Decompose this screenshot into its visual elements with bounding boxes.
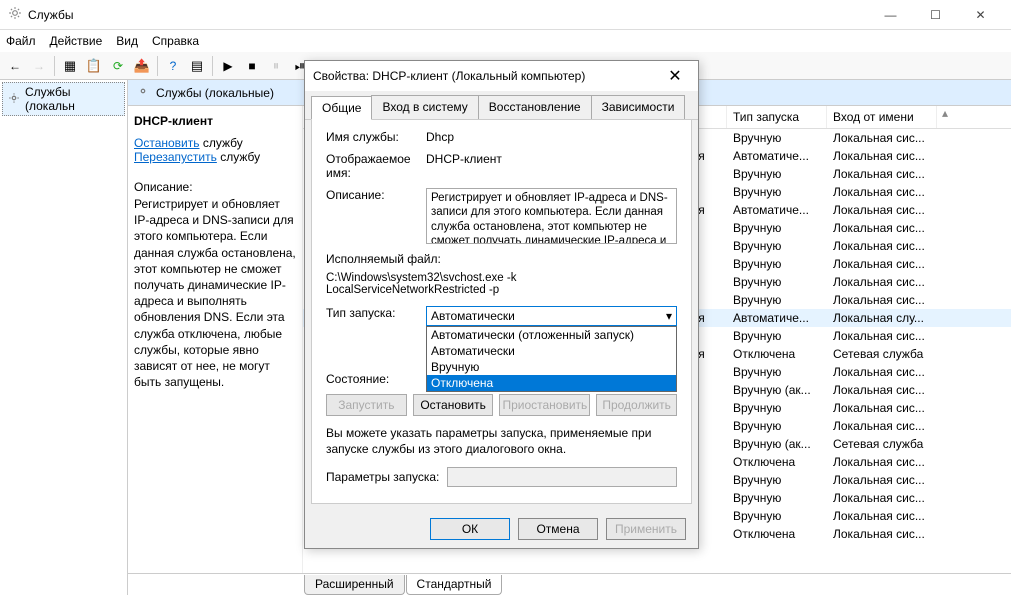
tree-root[interactable]: Службы (локальн bbox=[2, 82, 125, 116]
dropdown-option[interactable]: Автоматически bbox=[427, 343, 676, 359]
stop-service-button[interactable]: ■ bbox=[241, 55, 263, 77]
service-name: DHCP-клиент bbox=[134, 114, 296, 128]
menu-help[interactable]: Справка bbox=[152, 34, 199, 48]
restart-service-link[interactable]: Перезапустить bbox=[134, 150, 217, 164]
menubar: Файл Действие Вид Справка bbox=[0, 30, 1011, 52]
properties-dialog: Свойства: DHCP-клиент (Локальный компьют… bbox=[304, 60, 699, 549]
menu-action[interactable]: Действие bbox=[50, 34, 103, 48]
tab-standard[interactable]: Стандартный bbox=[406, 575, 503, 595]
btn-start: Запустить bbox=[326, 394, 407, 416]
description-box[interactable]: Регистрирует и обновляет IP-адреса и DNS… bbox=[426, 188, 677, 244]
forward-button[interactable]: → bbox=[28, 55, 50, 77]
detail-pane: DHCP-клиент Остановить службу Перезапуст… bbox=[128, 106, 303, 573]
start-service-button[interactable]: ▶ bbox=[217, 55, 239, 77]
toolbar-icon-2[interactable]: 📋 bbox=[83, 55, 105, 77]
bottom-tabs: Расширенный Стандартный bbox=[128, 573, 1011, 595]
help-button[interactable]: ? bbox=[162, 55, 184, 77]
tab-extended[interactable]: Расширенный bbox=[304, 575, 405, 595]
startup-type-select[interactable]: Автоматически ▾ bbox=[426, 306, 677, 326]
window-title: Службы bbox=[28, 8, 868, 22]
tree-root-label: Службы (локальн bbox=[25, 85, 120, 113]
refresh-button[interactable]: ⟳ bbox=[107, 55, 129, 77]
gear-icon bbox=[136, 84, 150, 101]
btn-pause: Приостановить bbox=[499, 394, 590, 416]
service-name-label: Имя службы: bbox=[326, 130, 426, 144]
startup-hint: Вы можете указать параметры запуска, при… bbox=[326, 426, 677, 457]
dialog-close-button[interactable]: ✕ bbox=[660, 66, 690, 86]
export-button[interactable]: 📤 bbox=[131, 55, 153, 77]
btn-stop[interactable]: Остановить bbox=[413, 394, 494, 416]
maximize-button[interactable]: ☐ bbox=[913, 1, 958, 29]
description-label: Описание: bbox=[326, 188, 426, 244]
service-name-value: Dhcp bbox=[426, 130, 677, 144]
tab-logon[interactable]: Вход в систему bbox=[371, 95, 478, 119]
dropdown-option[interactable]: Вручную bbox=[427, 359, 676, 375]
startup-type-label: Тип запуска: bbox=[326, 306, 426, 326]
chevron-down-icon: ▾ bbox=[666, 309, 672, 323]
description-text: Регистрирует и обновляет IP-адреса и DNS… bbox=[134, 196, 296, 390]
state-label: Состояние: bbox=[326, 372, 426, 386]
close-button[interactable]: ✕ bbox=[958, 1, 1003, 29]
params-label: Параметры запуска: bbox=[326, 470, 439, 484]
tab-dependencies[interactable]: Зависимости bbox=[591, 95, 686, 119]
col-start[interactable]: Тип запуска bbox=[727, 106, 827, 128]
display-name-label: Отображаемое имя: bbox=[326, 152, 426, 180]
stop-service-link[interactable]: Остановить bbox=[134, 136, 200, 150]
toolbar-icon-1[interactable]: ▦ bbox=[59, 55, 81, 77]
toolbar-icon-3[interactable]: ▤ bbox=[186, 55, 208, 77]
pause-service-button[interactable]: ⏸ bbox=[265, 55, 287, 77]
dialog-titlebar: Свойства: DHCP-клиент (Локальный компьют… bbox=[305, 61, 698, 91]
tree-pane: Службы (локальн bbox=[0, 80, 128, 595]
services-icon bbox=[8, 6, 22, 23]
scroll-up-icon[interactable]: ▴ bbox=[937, 106, 953, 128]
dialog-footer: ОК Отмена Применить bbox=[305, 510, 698, 548]
col-logon[interactable]: Вход от имени bbox=[827, 106, 937, 128]
dialog-title: Свойства: DHCP-клиент (Локальный компьют… bbox=[313, 69, 660, 83]
dialog-body: Имя службы: Dhcp Отображаемое имя: DHCP-… bbox=[311, 120, 692, 504]
exe-label: Исполняемый файл: bbox=[326, 252, 677, 266]
btn-resume: Продолжить bbox=[596, 394, 677, 416]
gear-icon bbox=[7, 91, 21, 108]
minimize-button[interactable]: — bbox=[868, 1, 913, 29]
tab-recovery[interactable]: Восстановление bbox=[478, 95, 592, 119]
startup-type-dropdown: Автоматически (отложенный запуск)Автомат… bbox=[426, 326, 677, 392]
dialog-tabs: Общие Вход в систему Восстановление Зави… bbox=[305, 91, 698, 120]
separator bbox=[212, 56, 213, 76]
display-name-value: DHCP-клиент bbox=[426, 152, 677, 180]
back-button[interactable]: ← bbox=[4, 55, 26, 77]
separator bbox=[54, 56, 55, 76]
titlebar: Службы — ☐ ✕ bbox=[0, 0, 1011, 30]
btn-cancel[interactable]: Отмена bbox=[518, 518, 598, 540]
tab-general[interactable]: Общие bbox=[311, 96, 372, 120]
separator bbox=[157, 56, 158, 76]
params-input bbox=[447, 467, 677, 487]
btn-ok[interactable]: ОК bbox=[430, 518, 510, 540]
content-header-text: Службы (локальные) bbox=[156, 86, 274, 100]
menu-view[interactable]: Вид bbox=[116, 34, 138, 48]
description-label: Описание: bbox=[134, 180, 296, 194]
exe-path: C:\Windows\system32\svchost.exe -k Local… bbox=[326, 272, 677, 296]
dropdown-option[interactable]: Автоматически (отложенный запуск) bbox=[427, 327, 676, 343]
dropdown-option[interactable]: Отключена bbox=[427, 375, 676, 391]
menu-file[interactable]: Файл bbox=[6, 34, 36, 48]
btn-apply: Применить bbox=[606, 518, 686, 540]
